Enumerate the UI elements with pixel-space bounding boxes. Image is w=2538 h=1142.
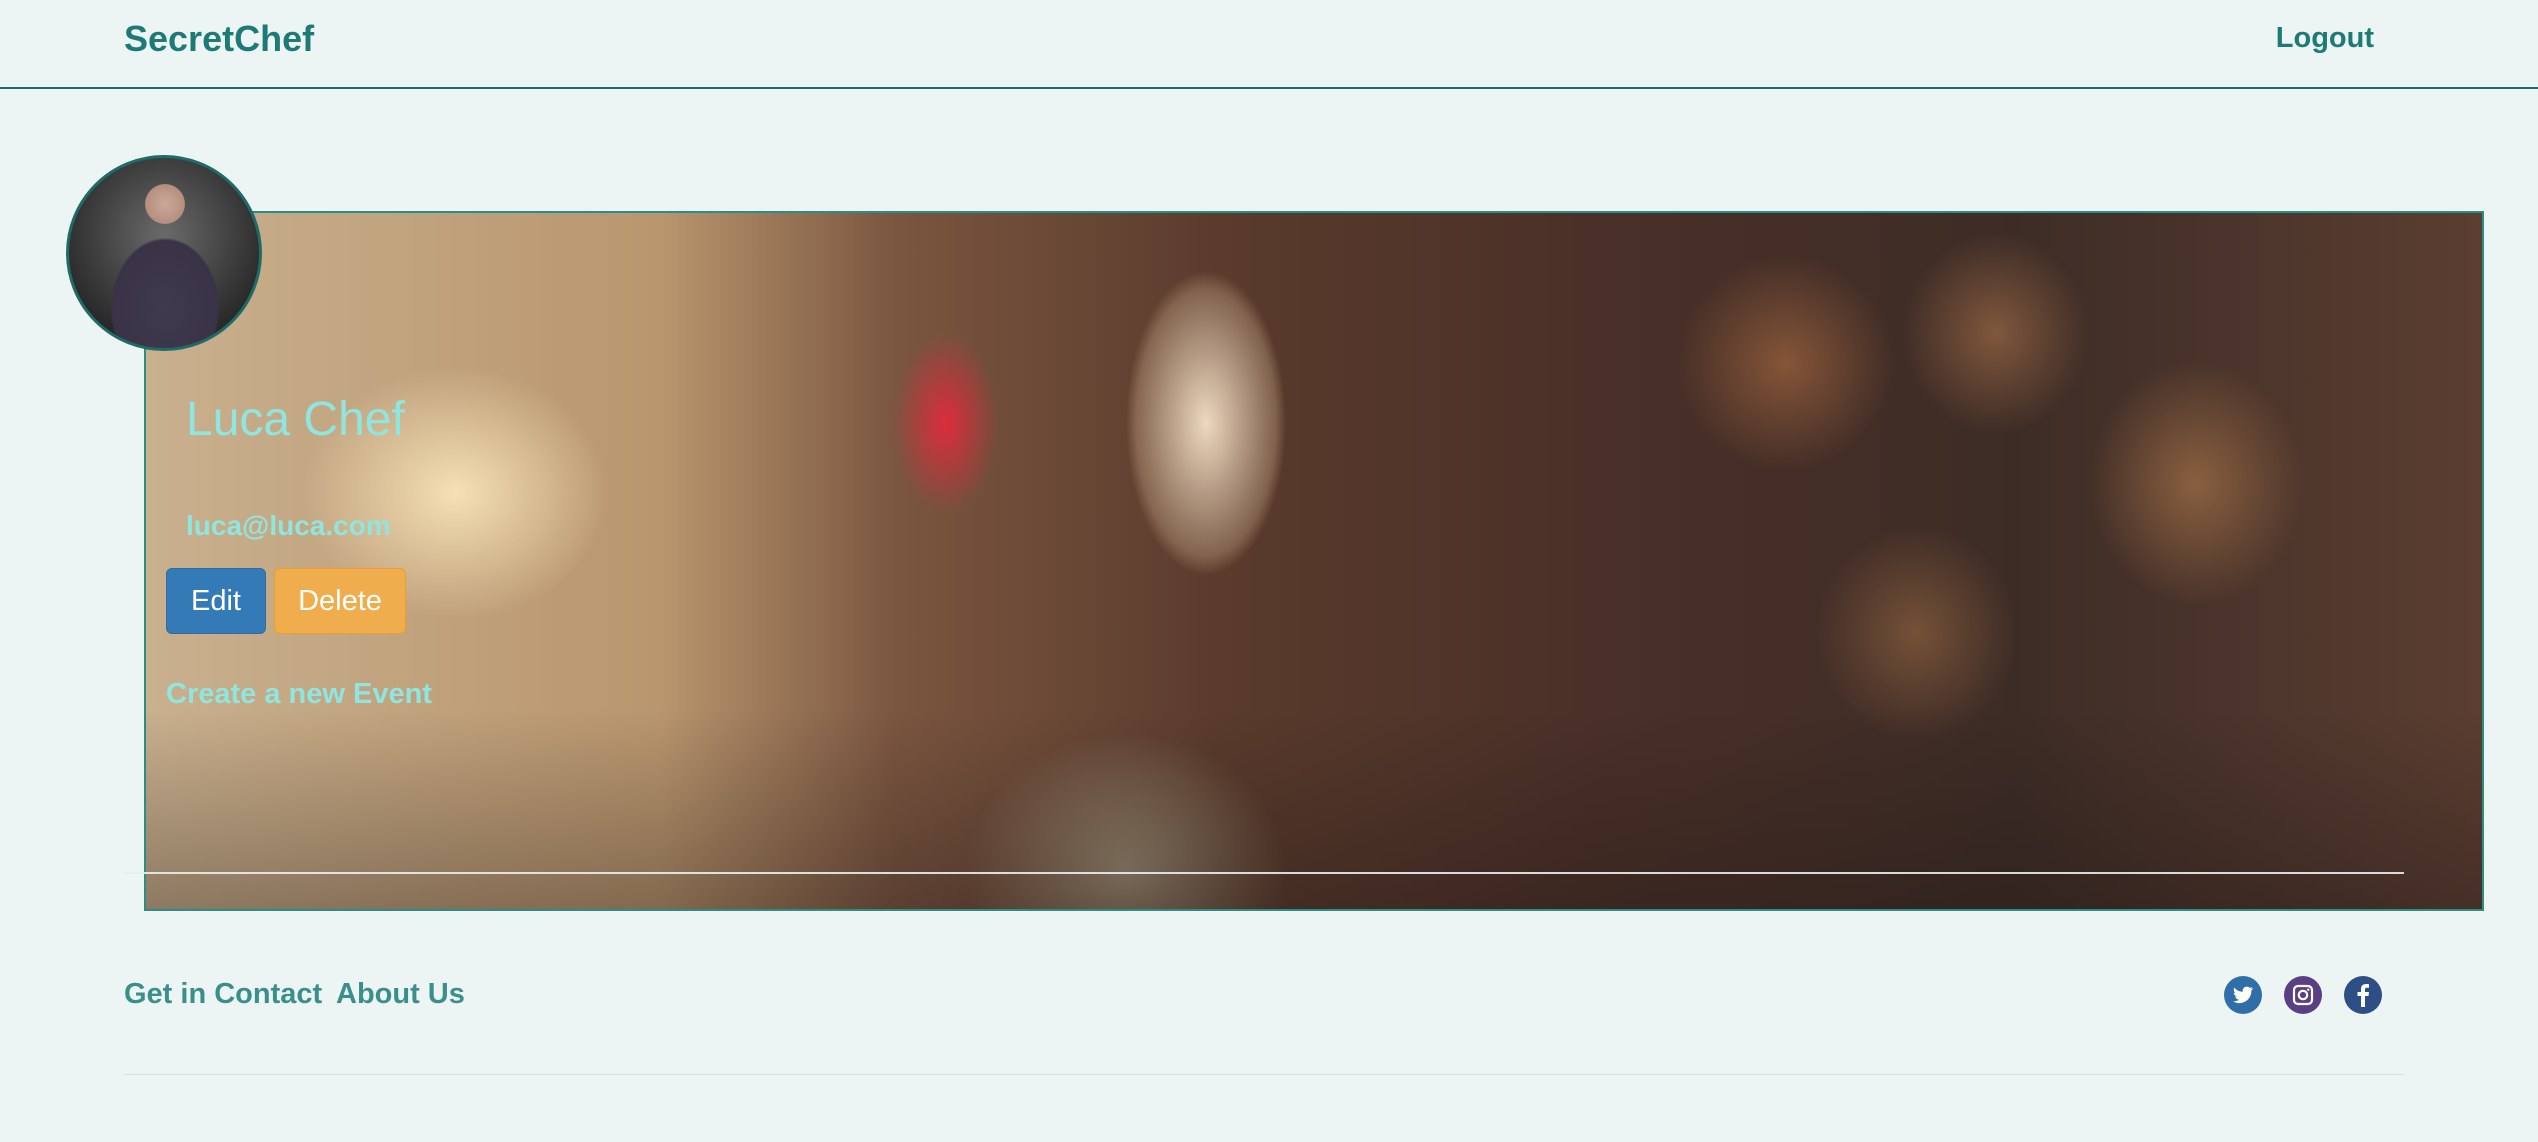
instagram-icon[interactable] [2284, 976, 2322, 1014]
about-us-link[interactable]: About Us [336, 978, 465, 1011]
footer-divider [124, 1074, 2404, 1075]
get-in-contact-link[interactable]: Get in Contact [124, 978, 322, 1011]
chef-email: luca@luca.com [186, 510, 391, 541]
chef-avatar [66, 155, 262, 351]
logout-link[interactable]: Logout [2276, 22, 2374, 55]
twitter-icon[interactable] [2224, 976, 2262, 1014]
edit-button[interactable]: Edit [166, 568, 266, 634]
facebook-icon[interactable] [2344, 976, 2382, 1014]
hero-divider [124, 872, 2404, 874]
chef-name: Luca Chef [186, 393, 405, 446]
cover-image [144, 211, 2484, 911]
brand-logo-link[interactable]: SecretChef [124, 18, 314, 60]
create-event-link[interactable]: Create a new Event [166, 678, 432, 711]
top-navbar: SecretChef Logout [0, 0, 2538, 89]
delete-button[interactable]: Delete [274, 568, 406, 634]
